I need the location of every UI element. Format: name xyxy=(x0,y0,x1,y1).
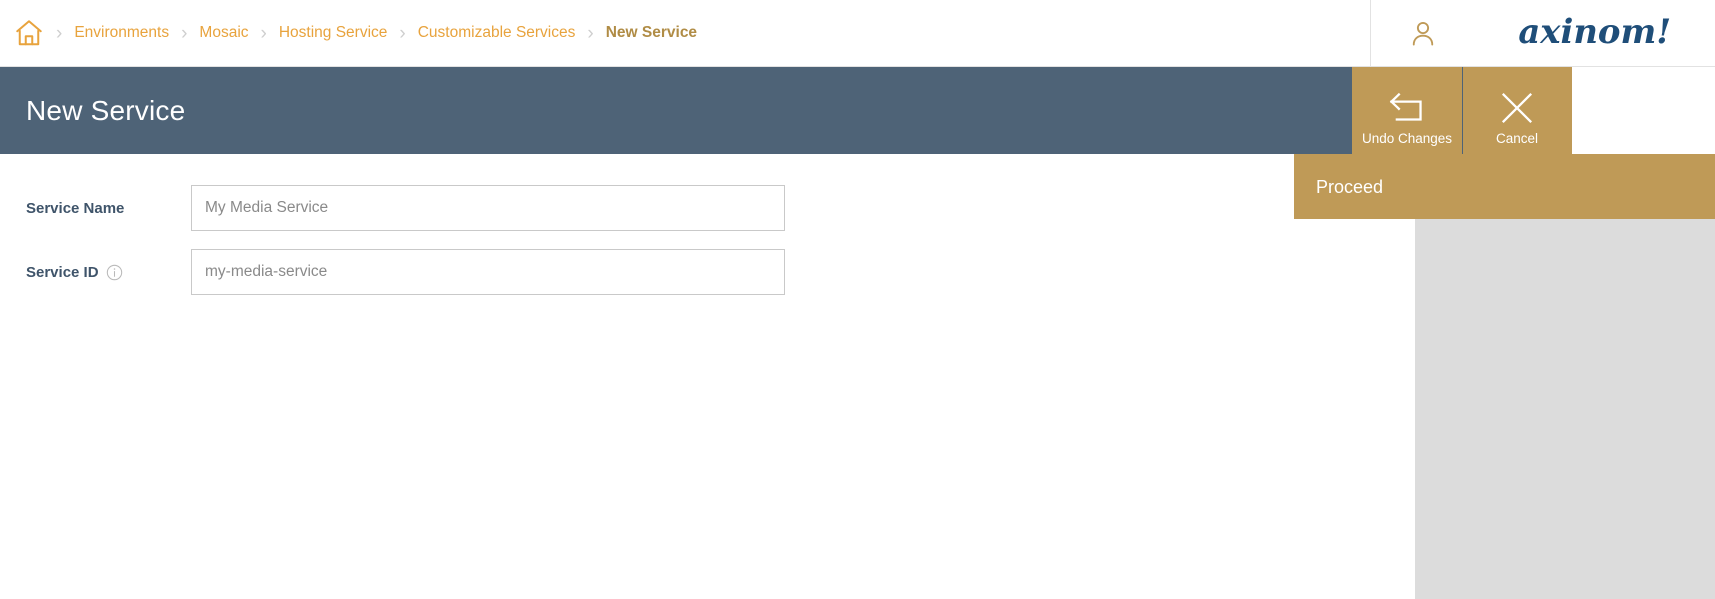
top-navigation-bar: › Environments › Mosaic › Hosting Servic… xyxy=(0,0,1715,67)
user-account-icon xyxy=(1408,18,1438,48)
proceed-label: Proceed xyxy=(1316,176,1384,197)
chevron-right-icon: › xyxy=(260,22,267,44)
page-header-bar: New Service xyxy=(0,67,1352,154)
service-id-label: Service ID xyxy=(0,264,191,281)
form-row-service-name: Service Name xyxy=(0,182,1294,234)
service-name-input[interactable] xyxy=(191,185,785,231)
close-x-icon xyxy=(1494,88,1540,132)
page-title: New Service xyxy=(26,94,186,126)
chevron-right-icon: › xyxy=(181,22,188,44)
breadcrumb-item-customizable-services[interactable]: Customizable Services xyxy=(418,24,576,42)
cancel-button[interactable]: Cancel xyxy=(1462,67,1572,154)
service-form: Service Name Service ID xyxy=(0,154,1294,310)
service-name-label: Service Name xyxy=(0,200,191,217)
topbar-right-group: axinom! xyxy=(1370,0,1715,67)
breadcrumb-item-hosting-service[interactable]: Hosting Service xyxy=(279,24,388,42)
chevron-right-icon: › xyxy=(56,22,63,44)
form-row-service-id: Service ID xyxy=(0,246,1294,298)
chevron-right-icon: › xyxy=(587,22,594,44)
undo-changes-button[interactable]: Undo Changes xyxy=(1352,67,1462,154)
undo-arrow-icon xyxy=(1384,88,1430,132)
chevron-right-icon: › xyxy=(399,22,406,44)
right-side-panel xyxy=(1415,219,1715,599)
service-name-label-text: Service Name xyxy=(26,199,125,217)
user-account-button[interactable] xyxy=(1371,0,1475,67)
brand-logo: axinom! xyxy=(1475,0,1715,67)
application-window: › Environments › Mosaic › Hosting Servic… xyxy=(0,0,1715,599)
service-id-label-text: Service ID xyxy=(26,263,99,281)
breadcrumb-item-environments[interactable]: Environments xyxy=(74,24,169,42)
service-id-input[interactable] xyxy=(191,249,785,295)
info-circle-icon[interactable] xyxy=(106,264,123,281)
home-icon[interactable] xyxy=(14,18,44,48)
undo-changes-label: Undo Changes xyxy=(1361,130,1453,146)
page-action-bar: Undo Changes Cancel xyxy=(1352,67,1572,154)
brand-wordmark: axinom! xyxy=(1518,11,1671,51)
proceed-button[interactable]: Proceed xyxy=(1294,154,1715,219)
breadcrumb-item-new-service: New Service xyxy=(605,24,698,41)
breadcrumb: › Environments › Mosaic › Hosting Servic… xyxy=(0,0,1370,66)
breadcrumb-item-mosaic[interactable]: Mosaic xyxy=(199,24,248,42)
cancel-label: Cancel xyxy=(1495,130,1539,146)
